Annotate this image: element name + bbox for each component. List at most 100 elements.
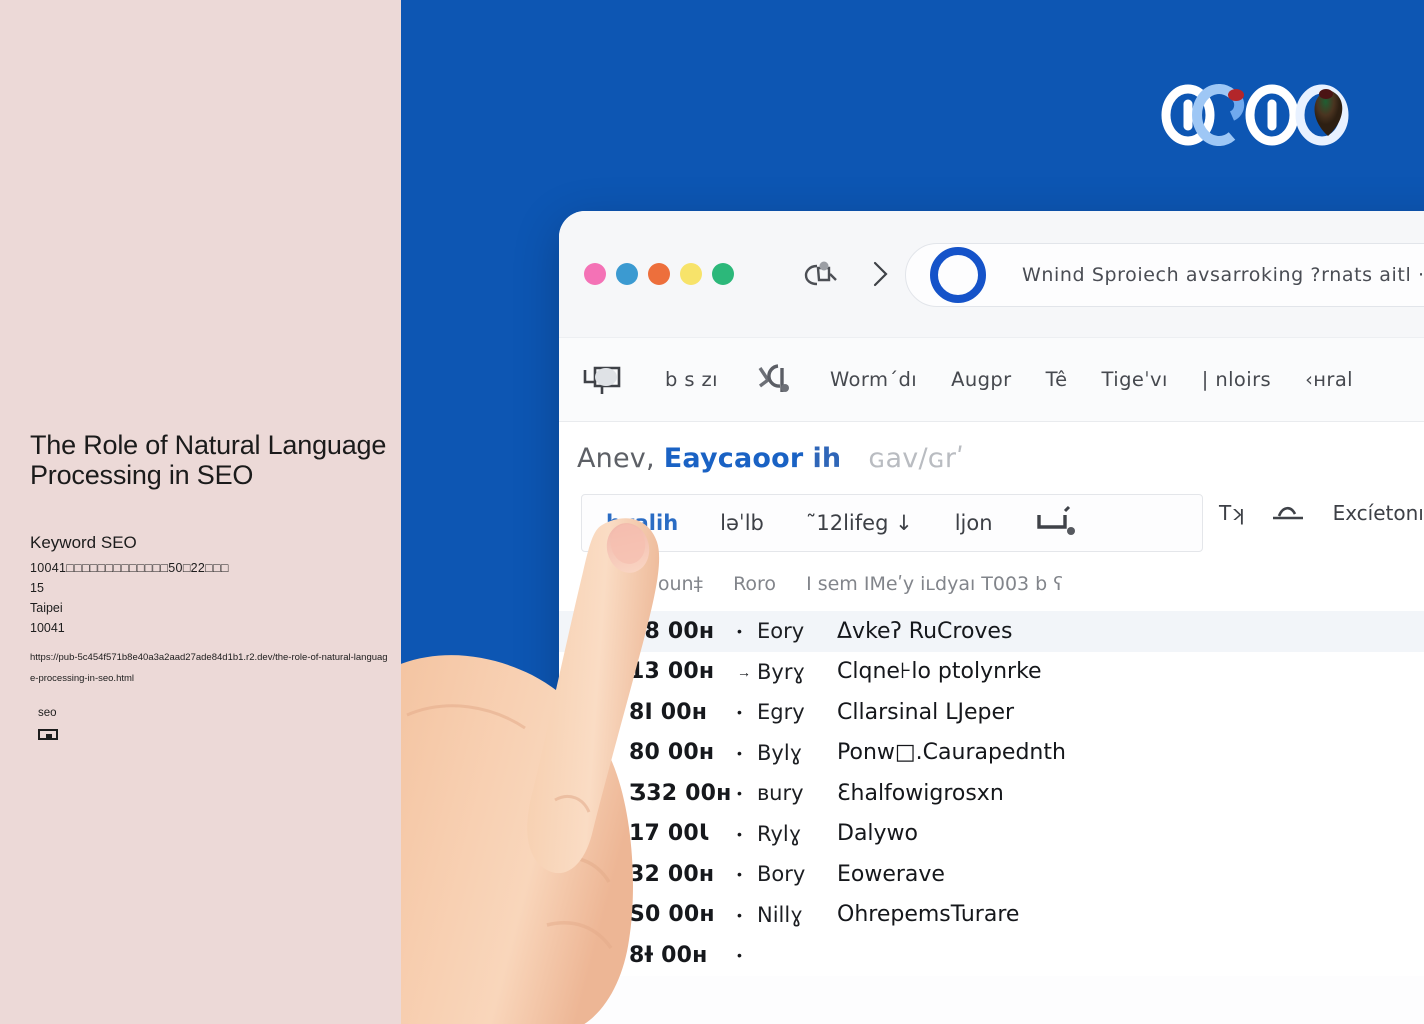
dot-blue[interactable] bbox=[616, 263, 638, 285]
cell-arrow: • bbox=[737, 704, 742, 721]
cell-arrow: • bbox=[737, 623, 742, 640]
cell-keyword: Clqne⊦lo ptolynrke bbox=[837, 659, 1042, 685]
address-line: 10041□□□□□□□□□□□□□50□22□□□ bbox=[30, 561, 229, 575]
brand-wordmark-logo bbox=[1161, 84, 1349, 146]
tofu-glyph-icon bbox=[38, 729, 58, 740]
toolbar-item-4[interactable]: Worm´dı bbox=[830, 368, 917, 391]
address-bar[interactable]: Wnind Sproiech avsarroking ?rnats aitl ·… bbox=[905, 243, 1424, 307]
filter-sort-icon[interactable] bbox=[1269, 500, 1309, 526]
table-row[interactable]: Ʒ32 00ʜ • ʙury Ɛhalfowigrosxn bbox=[559, 773, 1424, 814]
content-headline: Anev, Eaycaoor ih ɢav/ɢrʹ bbox=[559, 422, 1424, 494]
toolbar-item-7[interactable]: Tigeˈvı bbox=[1102, 368, 1168, 391]
cell-arrow: • bbox=[737, 744, 742, 761]
blue-stage-background: Wnind Sproiech avsarroking ?rnats aitl ·… bbox=[401, 0, 1424, 1024]
table-row[interactable]: 8Ɨ 00ʜ • bbox=[559, 935, 1424, 976]
column-header-keyword: I sem IMeʹy iʟdyaı T003 b ʕ bbox=[806, 573, 1063, 595]
back-navigation-icon[interactable] bbox=[804, 260, 838, 288]
toolbar-item-8[interactable]: | nloirs bbox=[1202, 368, 1271, 391]
toolbar-item-glyph-3[interactable] bbox=[752, 360, 796, 400]
cell-arrow: • bbox=[737, 906, 742, 923]
headline-word-2: Eaycaoor bbox=[663, 442, 804, 474]
table-row[interactable]: 8I 00ʜ • Egry Cllarsinal LJeper bbox=[559, 692, 1424, 733]
table-row[interactable]: 32 00ʜ • Bory Eowerave bbox=[559, 854, 1424, 895]
dot-orange[interactable] bbox=[648, 263, 670, 285]
column-header-volume: Hly oun‡ bbox=[621, 573, 704, 595]
cell-tag: Eory bbox=[757, 619, 805, 644]
tag-block: seo bbox=[38, 703, 58, 740]
blue-circle-logo-icon bbox=[930, 247, 986, 303]
filter-right-2[interactable]: Excíetonı bbox=[1333, 501, 1424, 525]
table-row[interactable]: S0 00ʜ • Nillɣ OhrepemsTurare bbox=[559, 894, 1424, 935]
table-row[interactable]: 80 00ʜ • Bylɣ Ponw□.Caurapednth bbox=[559, 732, 1424, 773]
cell-keyword: Dalywo bbox=[837, 821, 919, 847]
cell-tag: Nillɣ bbox=[757, 902, 803, 927]
cell-volume: 8Ɨ 00ʜ bbox=[629, 942, 708, 968]
column-header-tag: Roro bbox=[733, 573, 777, 595]
dot-pink[interactable] bbox=[584, 263, 606, 285]
filter-row: hvalih ləˈlb ˜12lifeg ↓ ljon Tʞ Excíeton… bbox=[559, 494, 1424, 557]
filter-tab-bar: hvalih ləˈlb ˜12lifeg ↓ ljon bbox=[581, 494, 1203, 552]
city-line: Taipei bbox=[30, 601, 63, 615]
metadata-block: Keyword SEO 10041□□□□□□□□□□□□□50□22□□□ 1… bbox=[30, 530, 390, 689]
headline-word-1: Anev, bbox=[577, 442, 655, 474]
navigation-icons bbox=[804, 259, 890, 289]
toolbar-item-2[interactable]: b s zı bbox=[665, 368, 718, 391]
cell-keyword: Ponw□.Caurapednth bbox=[837, 740, 1066, 766]
postal-line: 10041 bbox=[30, 621, 65, 635]
cell-arrow: • bbox=[737, 825, 742, 842]
filter-right-1[interactable]: Tʞ bbox=[1219, 501, 1245, 525]
filter-tab-3[interactable]: ˜12lifeg ↓ bbox=[806, 511, 913, 535]
address-bar-query: Wnind Sproiech avsarroking ?rnats aitl ·… bbox=[1022, 264, 1424, 286]
headline-word-3: ih bbox=[812, 442, 842, 474]
table-row[interactable]: 13 00ʜ → Byrɣ Clqne⊦lo ptolynrke bbox=[559, 651, 1424, 692]
toolbar-item-9[interactable]: ‹ʜral bbox=[1305, 368, 1353, 391]
source-url[interactable]: https://pub-5c454f571b8e40a3a2aad27ade84… bbox=[30, 647, 388, 689]
keyword-label: Keyword SEO bbox=[30, 533, 137, 552]
filter-tab-2[interactable]: ləˈlb bbox=[720, 511, 764, 535]
cell-volume: 17 00Ɩ bbox=[629, 821, 709, 847]
window-control-dots bbox=[584, 263, 734, 285]
table-column-headers: Hly oun‡ Roro I sem IMeʹy iʟdyaı T003 b … bbox=[559, 557, 1424, 611]
filter-right-group: Tʞ Excíetonı bbox=[1219, 500, 1424, 526]
dot-yellow[interactable] bbox=[680, 263, 702, 285]
cell-volume: 80 00ʜ bbox=[629, 740, 715, 766]
cell-volume: Ʒ32 00ʜ bbox=[629, 780, 732, 806]
left-info-panel: The Role of Natural Language Processing … bbox=[0, 0, 401, 1024]
tag-label: seo bbox=[38, 707, 57, 719]
cell-tag: Egry bbox=[757, 700, 805, 725]
keyword-results-table: 68 00ʜ • Eory Δvkeʔ RuCroves 13 00ʜ → By… bbox=[559, 611, 1424, 976]
cell-arrow: → bbox=[737, 663, 751, 680]
page-title: The Role of Natural Language Processing … bbox=[30, 430, 387, 490]
cell-volume: S0 00ʜ bbox=[629, 902, 715, 928]
cell-tag: Bylɣ bbox=[757, 740, 803, 765]
toolbar-item-5[interactable]: Augpr bbox=[951, 368, 1011, 391]
filter-tab-4[interactable]: ljon bbox=[955, 511, 993, 535]
cell-keyword: Δvkeʔ RuCroves bbox=[837, 618, 1013, 644]
cell-arrow: • bbox=[737, 947, 742, 964]
toolbar-item-6[interactable]: Tê bbox=[1046, 368, 1068, 391]
cell-volume: 8I 00ʜ bbox=[629, 699, 708, 725]
cell-tag: Bory bbox=[757, 862, 806, 887]
browser-toolbar: b s zı Worm´dı Augpr Tê Tigeˈvı | nloirs… bbox=[559, 337, 1424, 422]
toolbar-item-glyph-1[interactable] bbox=[579, 360, 631, 400]
headline-word-4: ɢav/ɢrʹ bbox=[868, 442, 964, 474]
table-row[interactable]: 17 00Ɩ • Rylɣ Dalywo bbox=[559, 813, 1424, 854]
filter-tab-glyph-5[interactable] bbox=[1035, 505, 1083, 541]
cell-tag: Rylɣ bbox=[757, 821, 802, 846]
filter-tab-active[interactable]: hvalih bbox=[606, 511, 678, 535]
number-line: 15 bbox=[30, 581, 44, 595]
cell-keyword: Ɛhalfowigrosxn bbox=[837, 780, 1004, 806]
dot-green[interactable] bbox=[712, 263, 734, 285]
browser-window: Wnind Sproiech avsarroking ?rnats aitl ·… bbox=[559, 211, 1424, 1024]
table-row[interactable]: 68 00ʜ • Eory Δvkeʔ RuCroves bbox=[559, 611, 1424, 652]
cell-arrow: • bbox=[737, 785, 742, 802]
cell-keyword: Eowerave bbox=[837, 861, 945, 887]
cell-volume: 68 00ʜ bbox=[629, 618, 715, 644]
cell-keyword: Cllarsinal LJeper bbox=[837, 699, 1015, 725]
cell-tag: Byrɣ bbox=[757, 659, 805, 684]
chevron-right-icon[interactable] bbox=[870, 259, 890, 289]
cell-volume: 32 00ʜ bbox=[629, 861, 715, 887]
cell-keyword: OhrepemsTurare bbox=[837, 902, 1020, 928]
cell-arrow: • bbox=[737, 866, 742, 883]
cell-volume: 13 00ʜ bbox=[629, 659, 715, 685]
